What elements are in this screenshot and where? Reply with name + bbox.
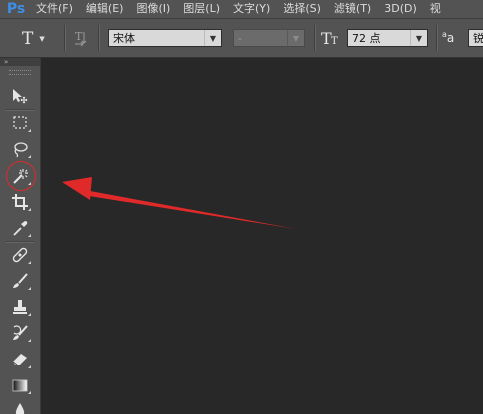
chevron-down-icon: ▼ — [287, 30, 304, 46]
anti-alias-select[interactable]: 锐 — [468, 29, 483, 47]
eyedropper-tool[interactable] — [7, 217, 33, 239]
font-style-value: - — [238, 31, 242, 45]
crop-tool[interactable] — [7, 191, 33, 213]
history-brush-tool[interactable] — [7, 322, 33, 344]
chevron-down-icon: ▼ — [410, 30, 427, 46]
font-size-value: 72 点 — [352, 32, 381, 45]
brush-tool[interactable] — [7, 270, 33, 292]
menu-3d[interactable]: 3D(D) — [384, 0, 417, 18]
crop-icon — [11, 193, 29, 211]
lasso-icon — [11, 140, 29, 158]
panel-collapse-icon[interactable]: » — [0, 58, 40, 66]
move-tool[interactable] — [7, 85, 33, 107]
annotation-circle — [6, 161, 36, 191]
eraser-icon — [11, 350, 29, 368]
divider — [436, 25, 438, 51]
divider — [64, 25, 66, 51]
divider — [6, 109, 34, 111]
menu-image[interactable]: 图像(I) — [136, 0, 170, 18]
type-tool-icon: T — [22, 29, 34, 49]
eraser-tool[interactable] — [7, 348, 33, 370]
drop-icon — [11, 401, 29, 414]
svg-text:T: T — [331, 36, 338, 47]
aa-letter: a — [446, 31, 455, 45]
tools-panel: » — [0, 58, 41, 414]
anti-alias-value: 锐 — [473, 32, 483, 45]
tool-preset-picker[interactable]: T ▼ — [22, 28, 52, 50]
font-family-select[interactable]: 宋体 ▼ — [108, 29, 222, 47]
gradient-tool[interactable] — [7, 374, 33, 396]
menu-layer[interactable]: 图层(L) — [183, 0, 220, 18]
chevron-down-icon: ▼ — [204, 30, 221, 46]
bandage-icon — [11, 246, 29, 264]
menu-edit[interactable]: 编辑(E) — [86, 0, 124, 18]
divider — [6, 241, 34, 243]
font-size-icon: T T — [321, 29, 343, 51]
marquee-icon — [11, 114, 29, 132]
menu-bar: Ps 文件(F) 编辑(E) 图像(I) 图层(L) 文字(Y) 选择(S) 滤… — [0, 0, 483, 19]
spot-healing-brush-tool[interactable] — [7, 244, 33, 266]
toggle-text-orientation-icon[interactable]: T — [73, 29, 91, 51]
menu-filter[interactable]: 滤镜(T) — [334, 0, 371, 18]
font-family-value: 宋体 — [113, 32, 135, 45]
menu-file[interactable]: 文件(F) — [36, 0, 73, 18]
font-size-select[interactable]: 72 点 ▼ — [347, 29, 428, 47]
svg-text:T: T — [75, 30, 83, 43]
menu-select[interactable]: 选择(S) — [283, 0, 321, 18]
eyedropper-icon — [11, 219, 29, 237]
divider — [98, 25, 100, 51]
panel-grip[interactable] — [9, 70, 31, 75]
gradient-icon — [11, 376, 29, 394]
options-bar: T ▼ T 宋体 ▼ - ▼ T T 72 点 ▼ aa 锐 — [0, 19, 483, 58]
anti-alias-icon: aa — [442, 30, 454, 45]
brush-icon — [11, 272, 29, 290]
divider — [314, 25, 316, 51]
menu-type[interactable]: 文字(Y) — [233, 0, 270, 18]
photoshop-window: Ps 文件(F) 编辑(E) 图像(I) 图层(L) 文字(Y) 选择(S) 滤… — [0, 0, 483, 414]
lasso-tool[interactable] — [7, 138, 33, 160]
chevron-down-icon: ▼ — [39, 35, 45, 43]
canvas-area[interactable] — [41, 58, 483, 414]
history-brush-icon — [11, 324, 29, 342]
blur-tool[interactable] — [7, 398, 33, 414]
clone-stamp-tool[interactable] — [7, 296, 33, 318]
stamp-icon — [11, 298, 29, 316]
rectangular-marquee-tool[interactable] — [7, 112, 33, 134]
move-icon — [10, 87, 30, 105]
ps-logo: Ps — [6, 1, 26, 17]
menu-view[interactable]: 视 — [430, 0, 441, 18]
font-style-select[interactable]: - ▼ — [233, 29, 305, 47]
